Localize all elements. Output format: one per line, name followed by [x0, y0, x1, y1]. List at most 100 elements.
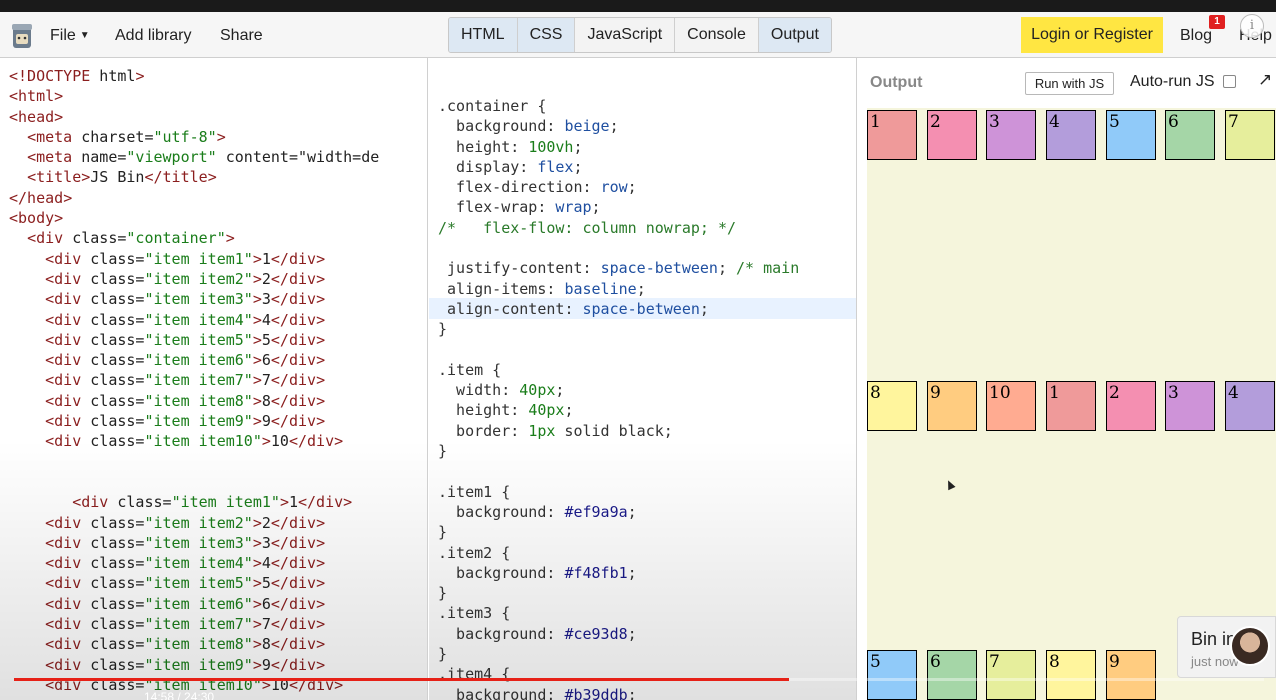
css-code-line: display: flex;	[438, 157, 583, 176]
css-code-line: .container {	[438, 97, 547, 115]
html-code-line: <div class="item item2">2</div>	[45, 513, 326, 532]
tab-html[interactable]: HTML	[449, 18, 518, 52]
output-title: Output	[870, 74, 923, 91]
flex-item-box: 1	[1046, 381, 1096, 431]
flex-item-box: 8	[867, 381, 917, 431]
panel-tabs: HTML CSS JavaScript Console Output	[448, 17, 832, 53]
flex-item-box: 5	[867, 650, 917, 700]
flex-item-box: 9	[927, 381, 977, 431]
blog-notification-badge: 1	[1209, 15, 1225, 29]
css-editor-pane[interactable]: .container { background: beige; height: …	[429, 58, 857, 700]
html-code-line: <div class="container">	[27, 229, 235, 248]
css-code-line: justify-content: space-between; /* main	[438, 259, 800, 278]
flex-item-box: 10	[986, 381, 1036, 431]
html-editor-pane[interactable]: <!DOCTYPE html> <html> <head> <meta charse…	[0, 58, 428, 700]
jsbin-toolbar: File ▼ Add library Share HTML CSS JavaScr…	[0, 12, 1276, 58]
flex-item-box: 3	[986, 110, 1036, 160]
html-code-line: <div class="item item4">4</div>	[45, 554, 326, 573]
login-register-button[interactable]: Login or Register	[1021, 17, 1163, 53]
chevron-down-icon: ▼	[79, 30, 90, 41]
html-code-line: <title>JS Bin</title>	[27, 168, 217, 187]
html-code-line: <div class="item item8">8</div>	[45, 635, 326, 654]
html-code-editor[interactable]: <!DOCTYPE html> <html> <head> <meta charse…	[9, 66, 379, 695]
css-code-line: background: #ef9a9a;	[438, 502, 637, 521]
blog-link[interactable]: Blog	[1180, 27, 1212, 45]
tab-css[interactable]: CSS	[517, 18, 576, 52]
css-code-line: height: 40px;	[438, 401, 574, 420]
css-code-line: .item {	[438, 360, 502, 379]
html-code-line	[9, 472, 379, 492]
autorun-label: Auto-run JS	[1130, 73, 1215, 90]
output-header: Output Run with JS Auto-run JS ↗	[858, 58, 1276, 108]
video-progress-fill	[14, 678, 789, 681]
css-code-line: /* flex-flow: column nowrap; */	[438, 218, 737, 237]
html-code-line: <div class="item item3">3</div>	[45, 533, 326, 552]
flex-item-box: 7	[986, 650, 1036, 700]
flex-item-box: 3	[1165, 381, 1215, 431]
html-code-line: <!DOCTYPE html>	[9, 67, 145, 85]
run-with-js-button[interactable]: Run with JS	[1025, 72, 1114, 95]
css-code-line: background: #f48fb1;	[438, 563, 637, 582]
html-code-line: <div class="item item5">5</div>	[45, 574, 326, 593]
css-code-line: height: 100vh;	[438, 137, 583, 156]
tab-output[interactable]: Output	[758, 18, 831, 52]
html-code-line: <div class="item item1">1</div>	[72, 493, 353, 512]
css-code-line: }	[438, 584, 448, 603]
popout-arrow-icon[interactable]: ↗	[1258, 70, 1272, 90]
toast-subtitle: just now	[1191, 654, 1239, 669]
video-progress-bar[interactable]	[14, 678, 1264, 681]
flex-item-box: 2	[927, 110, 977, 160]
css-code-line: flex-wrap: wrap;	[438, 198, 601, 217]
html-code-line: </head>	[9, 188, 73, 207]
html-code-line: <div class="item item6">6</div>	[45, 351, 326, 370]
html-code-line	[9, 452, 379, 472]
css-code-line: background: #ce93d8;	[438, 624, 637, 643]
window-top-strip	[0, 0, 1276, 12]
css-code-line: }	[438, 320, 448, 339]
css-code-line	[438, 340, 799, 360]
css-code-line: }	[438, 523, 448, 542]
html-code-line: <div class="item item4">4</div>	[45, 310, 326, 329]
css-code-line: .item1 {	[438, 482, 511, 501]
flex-item-box: 4	[1046, 110, 1096, 160]
flex-item-box: 2	[1106, 381, 1156, 431]
css-code-line	[438, 461, 799, 481]
html-code-line: <meta charset="utf-8">	[27, 127, 226, 146]
html-code-line: <meta name="viewport" content="width=de	[27, 148, 380, 167]
flex-item-box: 1	[867, 110, 917, 160]
html-code-line: <div class="item item9">9</div>	[45, 412, 326, 431]
css-code-line: .item2 {	[438, 543, 511, 562]
tab-console[interactable]: Console	[675, 18, 759, 52]
css-code-editor[interactable]: .container { background: beige; height: …	[438, 96, 799, 700]
css-code-line: }	[438, 442, 448, 461]
css-code-line: }	[438, 645, 448, 664]
flex-item-box: 9	[1106, 650, 1156, 700]
flex-item-box: 8	[1046, 650, 1096, 700]
tab-javascript[interactable]: JavaScript	[575, 18, 676, 52]
html-code-line: <html>	[9, 87, 64, 106]
css-code-line: .item4 {	[438, 665, 511, 684]
html-code-line: <div class="item item6">6</div>	[45, 594, 326, 613]
share-link[interactable]: Share	[220, 27, 263, 45]
css-code-line	[438, 238, 799, 258]
presenter-avatar	[1230, 626, 1270, 666]
autorun-checkbox[interactable]	[1223, 75, 1236, 88]
html-code-line: <div class="item item5">5</div>	[45, 330, 326, 349]
jsbin-logo-icon[interactable]	[10, 22, 34, 50]
html-code-line: <div class="item item9">9</div>	[45, 655, 326, 674]
css-code-line: align-items: baseline;	[438, 279, 646, 298]
css-code-line: .item3 {	[438, 604, 511, 623]
flex-item-box: 5	[1106, 110, 1156, 160]
html-code-line: <div class="item item7">7</div>	[45, 371, 326, 390]
html-code-line: <div class="item item7">7</div>	[45, 615, 326, 634]
flex-item-box: 6	[1165, 110, 1215, 160]
css-code-line: flex-direction: row;	[438, 178, 637, 197]
add-library-link[interactable]: Add library	[115, 27, 191, 45]
css-code-line: border: 1px solid black;	[438, 421, 673, 440]
output-preview: 1 2 3 4 5 6 7 8 9 10 1 2 3 4 5 6 7 8 9	[867, 108, 1276, 700]
html-code-line: <div class="item item10">10</div>	[45, 432, 344, 451]
file-menu-label: File	[50, 27, 76, 44]
file-menu[interactable]: File ▼	[50, 27, 90, 45]
info-icon[interactable]: i	[1240, 14, 1264, 38]
css-code-line: width: 40px;	[438, 381, 565, 400]
